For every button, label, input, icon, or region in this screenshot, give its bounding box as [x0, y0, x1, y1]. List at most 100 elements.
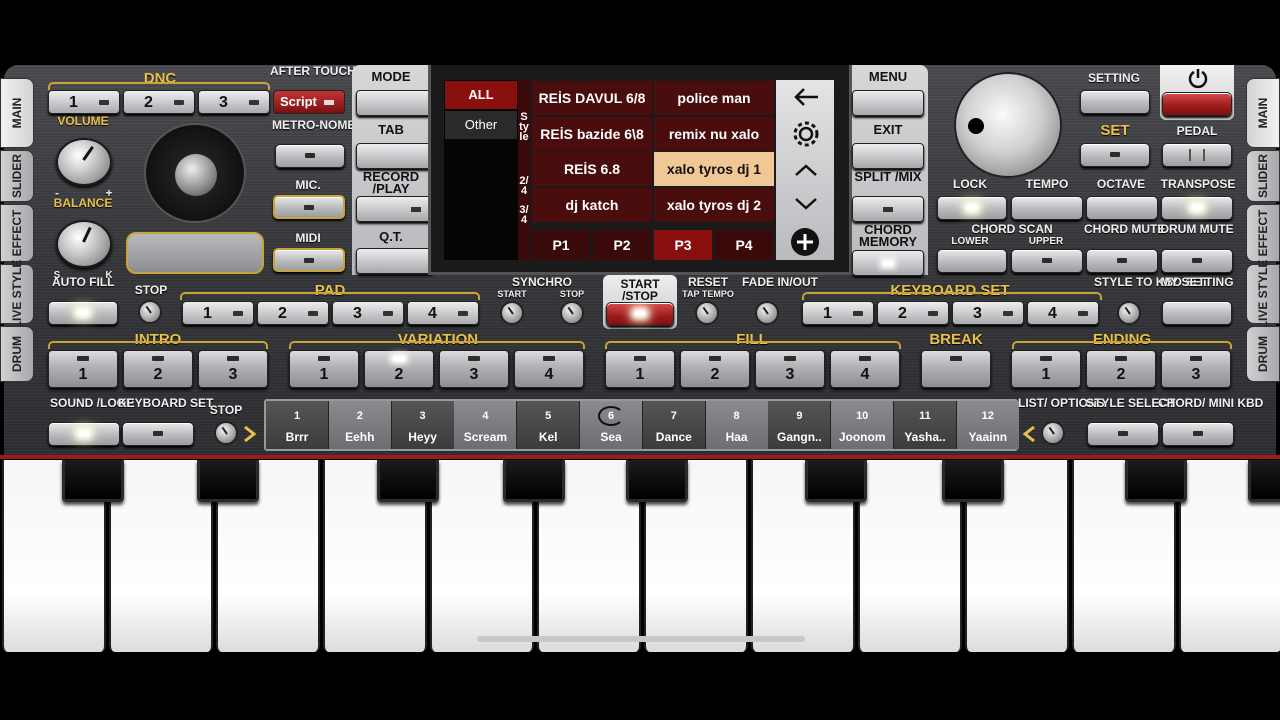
style-cell[interactable]: remix nu xalo: [654, 117, 774, 151]
intro-3-button[interactable]: 3: [198, 350, 268, 388]
intro-1-button[interactable]: 1: [48, 350, 118, 388]
filter-other[interactable]: Other: [445, 111, 517, 139]
tab-drum-right[interactable]: DRUM: [1246, 326, 1280, 382]
sound-pad-12[interactable]: 12 Yaainn: [956, 401, 1019, 449]
page-p1[interactable]: P1: [532, 230, 590, 260]
qt-button[interactable]: [356, 248, 434, 274]
tab-live-style-left[interactable]: LIVE STYLE: [0, 260, 34, 328]
black-key[interactable]: [1248, 460, 1280, 502]
black-key[interactable]: [626, 460, 688, 502]
variation-3-button[interactable]: 3: [439, 350, 509, 388]
pad-2-button[interactable]: 2: [257, 301, 329, 325]
pad-4-button[interactable]: 4: [407, 301, 479, 325]
style-cell-selected[interactable]: xalo tyros dj 1: [654, 152, 774, 186]
page-p3[interactable]: P3: [654, 230, 712, 260]
synchro-stop-knob[interactable]: [560, 301, 584, 325]
kbd-set-4-button[interactable]: 4: [1027, 301, 1099, 325]
power-button[interactable]: [1162, 92, 1232, 116]
start-stop-button[interactable]: [606, 302, 674, 326]
chord-scan-upper-button[interactable]: [1011, 249, 1083, 273]
sound-pad-8[interactable]: 8 Haa: [705, 401, 768, 449]
tab-button[interactable]: [356, 143, 434, 169]
exit-button[interactable]: [852, 143, 924, 169]
dnc-1-button[interactable]: 1: [48, 90, 120, 114]
sound-pad-1[interactable]: 1 Brrr: [266, 401, 328, 449]
black-key[interactable]: [1125, 460, 1187, 502]
drum-mute-button[interactable]: [1161, 249, 1233, 273]
style-cell[interactable]: xalo tyros dj 2: [654, 188, 774, 222]
volume-knob[interactable]: [56, 138, 112, 186]
chevron-down-icon[interactable]: [794, 196, 818, 212]
my-setting-button[interactable]: [1162, 301, 1232, 325]
black-key[interactable]: [377, 460, 439, 502]
variation-2-button[interactable]: 2: [364, 350, 434, 388]
chord-mute-button[interactable]: [1086, 249, 1158, 273]
tab-live-style-right[interactable]: LIVE STYLE: [1246, 260, 1280, 328]
data-dial[interactable]: [954, 72, 1062, 178]
fade-knob[interactable]: [755, 301, 779, 325]
joystick-knob[interactable]: [175, 154, 217, 196]
black-key[interactable]: [805, 460, 867, 502]
black-key[interactable]: [197, 460, 259, 502]
black-key[interactable]: [503, 460, 565, 502]
style-scroll-bar[interactable]: [518, 80, 530, 260]
fill-2-button[interactable]: 2: [680, 350, 750, 388]
menu-button[interactable]: [852, 90, 924, 116]
midi-button[interactable]: [273, 248, 345, 272]
chevron-up-icon[interactable]: [794, 162, 818, 178]
list-options-knob[interactable]: [1041, 421, 1065, 445]
sound-pad-2[interactable]: 2 Eehh: [328, 401, 391, 449]
dnc-3-button[interactable]: 3: [198, 90, 270, 114]
setting-button[interactable]: [1080, 90, 1150, 114]
touch-pad[interactable]: [126, 232, 264, 274]
filter-all[interactable]: ALL: [445, 81, 517, 109]
sound-pad-11[interactable]: 11 Yasha..: [894, 401, 956, 449]
sound-pad-4[interactable]: 4 Scream: [454, 401, 517, 449]
reset-knob[interactable]: [695, 301, 719, 325]
sound-pad-9[interactable]: 9 Gangn..: [768, 401, 831, 449]
fill-3-button[interactable]: 3: [755, 350, 825, 388]
dnc-2-button[interactable]: 2: [123, 90, 195, 114]
style-cell[interactable]: police man: [654, 81, 774, 115]
variation-1-button[interactable]: 1: [289, 350, 359, 388]
chord-memory-button[interactable]: [852, 250, 924, 276]
tab-slider-left[interactable]: SLIDER: [0, 150, 34, 202]
ending-2-button[interactable]: 2: [1086, 350, 1156, 388]
tab-drum-left[interactable]: DRUM: [0, 326, 34, 382]
tab-effect-right[interactable]: EFFECT: [1246, 204, 1280, 262]
sound-pad-3[interactable]: 3 Heyy: [391, 401, 454, 449]
script-button[interactable]: Script: [273, 90, 345, 114]
tab-effect-left[interactable]: EFFECT: [0, 204, 34, 262]
set-button[interactable]: [1080, 143, 1150, 167]
fill-1-button[interactable]: 1: [605, 350, 675, 388]
tab-slider-right[interactable]: SLIDER: [1246, 150, 1280, 202]
transpose-button[interactable]: [1161, 196, 1233, 220]
variation-4-button[interactable]: 4: [514, 350, 584, 388]
style-to-kbd-knob[interactable]: [1117, 301, 1141, 325]
kbd-set-2-button[interactable]: 2: [877, 301, 949, 325]
break-button[interactable]: [921, 350, 991, 388]
ending-1-button[interactable]: 1: [1011, 350, 1081, 388]
sound-pad-7[interactable]: 7 Dance: [642, 401, 705, 449]
chord-scan-lower-button[interactable]: [937, 249, 1007, 273]
page-p4[interactable]: P4: [715, 230, 773, 260]
style-cell[interactable]: REİS 6.8: [532, 152, 652, 186]
sound-pad-10[interactable]: 10 Joonom: [831, 401, 894, 449]
auto-fill-button[interactable]: [48, 301, 118, 325]
sound-pad-6[interactable]: 6 Sea: [580, 401, 642, 449]
keyboard-set-row5-button[interactable]: [122, 422, 194, 446]
pedal-button[interactable]: [1162, 143, 1232, 167]
style-cell[interactable]: REİS bazide 6\8: [532, 117, 652, 151]
page-p2[interactable]: P2: [593, 230, 651, 260]
metronome-button[interactable]: [275, 144, 345, 168]
back-arrow-icon[interactable]: [792, 86, 820, 108]
mic-button[interactable]: [273, 195, 345, 219]
add-icon[interactable]: [790, 227, 820, 257]
joystick-base[interactable]: [144, 123, 246, 223]
balance-knob[interactable]: [56, 220, 112, 268]
tab-main-left[interactable]: MAIN: [0, 78, 34, 148]
tab-main-right[interactable]: MAIN: [1246, 78, 1280, 148]
black-key[interactable]: [942, 460, 1004, 502]
kbd-set-3-button[interactable]: 3: [952, 301, 1024, 325]
style-cell[interactable]: REİS DAVUL 6/8: [532, 81, 652, 115]
